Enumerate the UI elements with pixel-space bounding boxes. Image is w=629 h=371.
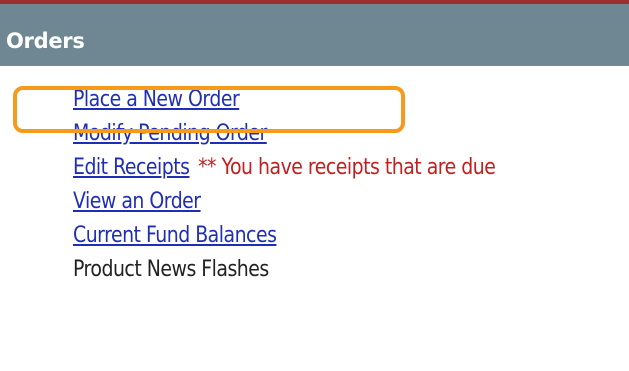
menu-item-product-news-flashes: Product News Flashes bbox=[73, 253, 495, 287]
orders-window: Orders Place a New Order Modify Pending … bbox=[0, 0, 629, 371]
orders-title: Orders bbox=[6, 29, 85, 53]
receipts-due-notice: ** You have receipts that are due bbox=[198, 155, 496, 180]
menu-item-view-order: View an Order bbox=[73, 185, 495, 219]
menu-item-place-new-order: Place a New Order bbox=[73, 83, 495, 117]
place-new-order-link[interactable]: Place a New Order bbox=[73, 87, 240, 112]
modify-pending-order-link[interactable]: Modify Pending Order bbox=[73, 121, 267, 146]
view-order-link[interactable]: View an Order bbox=[73, 189, 201, 214]
current-fund-balances-link[interactable]: Current Fund Balances bbox=[73, 223, 277, 248]
product-news-flashes-text: Product News Flashes bbox=[73, 257, 269, 282]
orders-links-list: Place a New Order Modify Pending Order E… bbox=[73, 83, 564, 287]
menu-item-edit-receipts: Edit Receipts ** You have receipts that a… bbox=[73, 151, 496, 185]
menu-item-modify-pending-order: Modify Pending Order bbox=[73, 117, 495, 151]
orders-header: Orders bbox=[0, 4, 629, 67]
edit-receipts-link[interactable]: Edit Receipts bbox=[73, 155, 190, 180]
menu-item-current-fund-balances: Current Fund Balances bbox=[73, 219, 495, 253]
